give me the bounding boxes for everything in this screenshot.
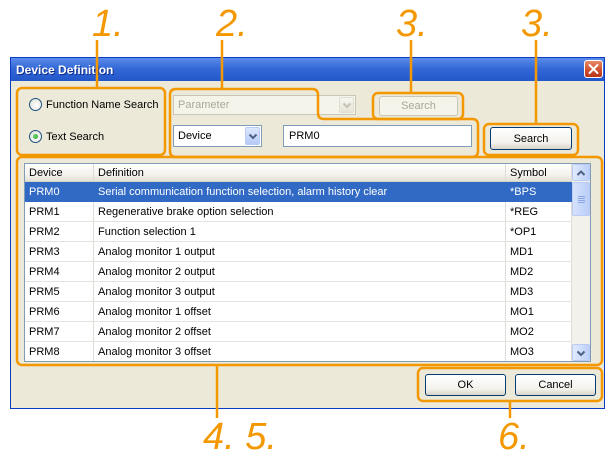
symbol-cell: MO3 <box>506 342 572 361</box>
device-dropdown-button[interactable] <box>245 127 260 145</box>
text-search-button-label: Search <box>513 132 549 145</box>
callout-label-1: 1. <box>92 3 124 45</box>
text-search-button[interactable]: Search <box>490 127 572 150</box>
scroll-down-button[interactable] <box>572 344 590 361</box>
radio-function-name-search[interactable]: Function Name Search <box>29 98 159 111</box>
callout-label-3-parameter: 3. <box>396 3 428 45</box>
definition-cell: Function selection 1 <box>94 222 506 241</box>
parameter-search-button-label: Search <box>401 100 436 112</box>
device-cell: PRM8 <box>25 342 94 361</box>
definition-cell: Analog monitor 2 offset <box>94 322 506 341</box>
device-cell: PRM4 <box>25 262 94 281</box>
symbol-cell: MO2 <box>506 322 572 341</box>
symbol-cell: MD1 <box>506 242 572 261</box>
ok-button[interactable]: OK <box>425 374 506 396</box>
grip-line <box>578 202 585 203</box>
device-select-value: Device <box>178 130 212 142</box>
definition-cell: Analog monitor 3 offset <box>94 342 506 361</box>
radio-label: Text Search <box>46 130 105 143</box>
table-row[interactable]: PRM0 Serial communication function selec… <box>25 182 590 202</box>
definition-cell: Analog monitor 1 output <box>94 242 506 261</box>
radio-button[interactable] <box>29 98 42 111</box>
cancel-button[interactable]: Cancel <box>515 374 596 396</box>
chevron-down-icon <box>576 350 586 357</box>
symbol-cell: *BPS <box>506 182 572 201</box>
parameter-dropdown-button[interactable] <box>339 97 354 113</box>
device-cell: PRM1 <box>25 202 94 221</box>
radio-button[interactable] <box>29 130 42 143</box>
chevron-up-icon <box>576 170 586 176</box>
ok-button-label: OK <box>457 379 474 391</box>
symbol-cell: MO1 <box>506 302 572 321</box>
definition-cell: Analog monitor 2 output <box>94 262 506 281</box>
column-header-definition[interactable]: Definition <box>94 164 506 181</box>
table-row[interactable]: PRM7 Analog monitor 2 offset MO2 <box>25 322 590 342</box>
close-button[interactable] <box>584 60 603 78</box>
definition-cell: Serial communication function selection,… <box>94 182 506 201</box>
device-cell: PRM6 <box>25 302 94 321</box>
grip-line <box>578 200 585 201</box>
scroll-thumb[interactable] <box>572 182 590 216</box>
table-row[interactable]: PRM3 Analog monitor 1 output MD1 <box>25 242 590 262</box>
close-icon <box>588 64 599 74</box>
vertical-scrollbar[interactable] <box>572 164 590 361</box>
parameter-select[interactable]: Parameter <box>173 95 356 115</box>
chevron-down-icon <box>342 102 352 109</box>
search-text-value: PRM0 <box>289 130 320 142</box>
callout-label-6: 6. <box>498 416 530 458</box>
table-row[interactable]: PRM4 Analog monitor 2 output MD2 <box>25 262 590 282</box>
table-row[interactable]: PRM8 Analog monitor 3 offset MO3 <box>25 342 590 361</box>
device-select[interactable]: Device <box>173 125 262 147</box>
grip-line <box>578 198 585 199</box>
device-definition-dialog: Device Definition Function Name Search T… <box>10 57 605 409</box>
chevron-down-icon <box>248 133 258 140</box>
parameter-search-button[interactable]: Search <box>379 96 458 116</box>
scroll-up-button[interactable] <box>572 164 590 181</box>
dialog-title: Device Definition <box>16 63 114 77</box>
device-cell: PRM2 <box>25 222 94 241</box>
device-cell: PRM0 <box>25 182 94 201</box>
definition-cell: Analog monitor 3 output <box>94 282 506 301</box>
table-row[interactable]: PRM6 Analog monitor 1 offset MO1 <box>25 302 590 322</box>
cancel-button-label: Cancel <box>538 379 573 391</box>
column-header-symbol[interactable]: Symbol <box>506 164 572 181</box>
symbol-cell: *REG <box>506 202 572 221</box>
device-cell: PRM7 <box>25 322 94 341</box>
symbol-cell: MD2 <box>506 262 572 281</box>
symbol-cell: MD3 <box>506 282 572 301</box>
table-row[interactable]: PRM5 Analog monitor 3 output MD3 <box>25 282 590 302</box>
radio-text-search[interactable]: Text Search <box>29 130 104 143</box>
device-definition-table: Device Definition Symbol PRM0 Serial com… <box>24 163 591 362</box>
device-cell: PRM5 <box>25 282 94 301</box>
grip-line <box>578 196 585 197</box>
radio-label: Function Name Search <box>46 98 159 111</box>
definition-cell: Regenerative brake option selection <box>94 202 506 221</box>
device-cell: PRM3 <box>25 242 94 261</box>
table-header: Device Definition Symbol <box>25 164 590 182</box>
symbol-cell: *OP1 <box>506 222 572 241</box>
table-row[interactable]: PRM1 Regenerative brake option selection… <box>25 202 590 222</box>
callout-label-4-5: 4. 5. <box>203 416 277 458</box>
callout-label-3-text: 3. <box>521 3 553 45</box>
search-text-input[interactable]: PRM0 <box>283 125 472 147</box>
definition-cell: Analog monitor 1 offset <box>94 302 506 321</box>
callout-label-2: 2. <box>216 3 248 45</box>
table-row[interactable]: PRM2 Function selection 1 *OP1 <box>25 222 590 242</box>
title-bar[interactable]: Device Definition <box>11 58 604 81</box>
column-header-device[interactable]: Device <box>25 164 94 181</box>
parameter-select-value: Parameter <box>178 99 230 111</box>
